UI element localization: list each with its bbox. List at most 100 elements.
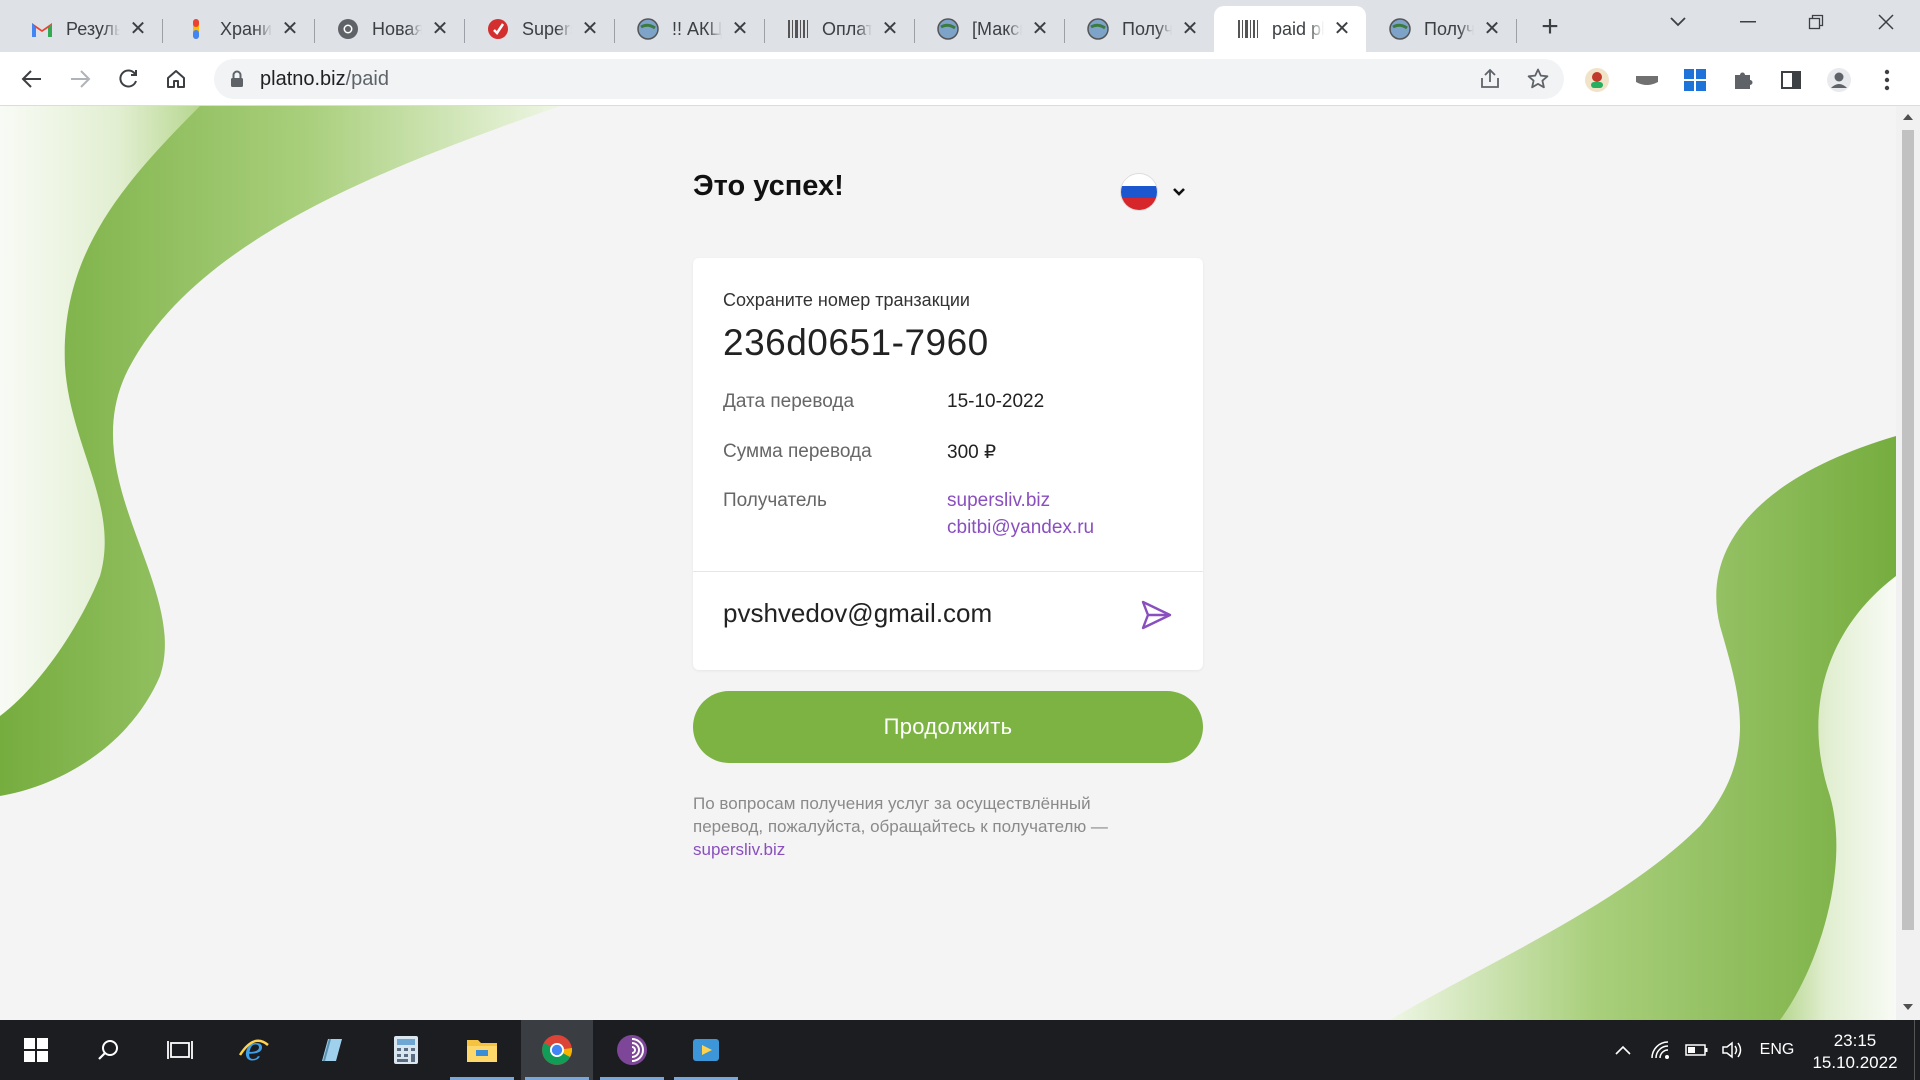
home-button[interactable] xyxy=(158,61,194,97)
file-explorer-icon[interactable] xyxy=(446,1020,518,1080)
email-field[interactable]: pvshvedov@gmail.com xyxy=(723,598,992,629)
tab-poluchenie[interactable]: Получение ✕ xyxy=(1064,6,1214,52)
card-divider xyxy=(693,571,1203,572)
close-window-button[interactable] xyxy=(1856,0,1916,44)
tab-close-icon[interactable]: ✕ xyxy=(1332,19,1352,39)
amount-label: Сумма перевода xyxy=(723,441,872,462)
tab-separator xyxy=(1516,19,1517,43)
save-transaction-label: Сохраните номер транзакции xyxy=(723,290,970,310)
battery-icon[interactable] xyxy=(1682,1020,1712,1080)
profile-icon[interactable] xyxy=(1826,67,1852,93)
svg-text:e: e xyxy=(245,1033,264,1067)
extensions-puzzle-icon[interactable] xyxy=(1730,67,1756,93)
language-selector[interactable] xyxy=(1120,172,1190,212)
tab-poluchenie-2[interactable]: Получение ✕ xyxy=(1366,6,1517,52)
tab-title: paid platno.biz xyxy=(1272,18,1324,39)
new-tab-button[interactable]: + xyxy=(1532,10,1568,46)
russia-flag-icon xyxy=(1120,173,1158,211)
extension-blue-tiles-icon[interactable] xyxy=(1682,67,1708,93)
minimize-button[interactable] xyxy=(1718,0,1778,44)
date-label: Дата перевода xyxy=(723,391,855,412)
reload-button[interactable] xyxy=(110,61,146,97)
share-icon[interactable] xyxy=(1478,67,1502,91)
tab-gmail[interactable]: Результаты поиска ✕ xyxy=(8,6,163,52)
internet-explorer-icon[interactable]: e xyxy=(218,1020,290,1080)
support-note-text: По вопросам получения услуг за осуществл… xyxy=(693,794,1108,836)
globe-icon xyxy=(1388,17,1412,41)
barcode-icon xyxy=(1236,17,1260,41)
profile-avatar-extension-icon[interactable] xyxy=(1584,67,1610,93)
extension-gray-icon[interactable] xyxy=(1634,67,1660,93)
lock-icon[interactable] xyxy=(230,70,244,93)
scroll-up-arrow-icon[interactable] xyxy=(1903,114,1913,120)
support-note: По вопросам получения услуг за осуществл… xyxy=(693,792,1163,861)
tab-strip: Результаты поиска ✕ Хранилище ✕ Новая вк… xyxy=(0,0,1920,52)
notepad-icon[interactable] xyxy=(295,1020,367,1080)
tab-title: Результаты поиска xyxy=(66,18,120,39)
tab-maksim[interactable]: [Максим] ✕ xyxy=(914,6,1065,52)
show-hidden-icons-chevron-icon[interactable] xyxy=(1608,1020,1638,1080)
tab-new-tab[interactable]: Новая вкладка ✕ xyxy=(314,6,465,52)
side-panel-icon[interactable] xyxy=(1778,67,1804,93)
recipient-email-link[interactable]: cbitbi@yandex.ru xyxy=(947,517,1094,539)
tor-browser-icon[interactable] xyxy=(596,1020,668,1080)
scrollbar-thumb[interactable] xyxy=(1902,130,1914,930)
volume-icon[interactable] xyxy=(1718,1020,1748,1080)
bookmark-star-icon[interactable] xyxy=(1526,67,1550,91)
date-value: 15-10-2022 xyxy=(947,391,1045,412)
taskbar-clock[interactable]: 23:15 15.10.2022 xyxy=(1800,1030,1910,1074)
barcode-icon xyxy=(786,17,810,41)
tab-supersliv[interactable]: Supersliv ✕ xyxy=(464,6,615,52)
globe-icon xyxy=(636,17,660,41)
tab-title: Оплата xyxy=(822,18,872,39)
input-language-indicator[interactable]: ENG xyxy=(1752,1020,1802,1080)
show-desktop-button[interactable] xyxy=(1914,1020,1915,1080)
tab-close-icon[interactable]: ✕ xyxy=(1482,19,1502,39)
chrome-taskbar-icon[interactable] xyxy=(521,1020,593,1080)
tab-close-icon[interactable]: ✕ xyxy=(128,19,148,39)
search-icon[interactable] xyxy=(72,1020,144,1080)
tab-title: Получение xyxy=(1424,18,1474,39)
tab-title: !! АКЦИЯ xyxy=(672,18,722,39)
tab-close-icon[interactable]: ✕ xyxy=(580,19,600,39)
tab-close-icon[interactable]: ✕ xyxy=(730,19,750,39)
url-text[interactable]: platno.biz/paid xyxy=(260,68,389,91)
support-note-link[interactable]: supersliv.biz xyxy=(693,840,785,859)
tab-title: [Максим] xyxy=(972,18,1022,39)
page-scrollbar[interactable] xyxy=(1896,106,1920,1020)
tab-close-icon[interactable]: ✕ xyxy=(1030,19,1050,39)
continue-button[interactable]: Продолжить xyxy=(693,691,1203,763)
url-path: /paid xyxy=(345,68,389,90)
transaction-id: 236d0651-7960 xyxy=(723,322,989,363)
tab-drive[interactable]: Хранилище ✕ xyxy=(162,6,315,52)
forward-button[interactable] xyxy=(62,61,98,97)
restore-button[interactable] xyxy=(1786,0,1846,44)
tab-close-icon[interactable]: ✕ xyxy=(430,19,450,39)
scroll-down-arrow-icon[interactable] xyxy=(1903,1004,1913,1010)
calculator-icon[interactable] xyxy=(370,1020,442,1080)
address-bar[interactable]: platno.biz/paid xyxy=(214,59,1564,99)
tab-title: Supersliv xyxy=(522,18,572,39)
browser-toolbar: platno.biz/paid xyxy=(0,52,1920,106)
send-icon[interactable] xyxy=(1139,598,1173,632)
tab-search-chevron-icon[interactable] xyxy=(1648,0,1708,44)
recipient-site-link[interactable]: supersliv.biz xyxy=(947,490,1050,512)
chrome-icon xyxy=(336,17,360,41)
tab-close-icon[interactable]: ✕ xyxy=(1180,19,1200,39)
back-button[interactable] xyxy=(14,61,50,97)
google-drive-icon xyxy=(184,17,208,41)
tab-akciya[interactable]: !! АКЦИЯ ✕ xyxy=(614,6,765,52)
tab-close-icon[interactable]: ✕ xyxy=(280,19,300,39)
page-title: Это успех! xyxy=(693,170,844,202)
url-host: platno.biz xyxy=(260,68,346,90)
chrome-menu-icon[interactable] xyxy=(1874,67,1900,93)
tab-paid-active[interactable]: paid platno.biz ✕ xyxy=(1214,6,1366,52)
media-player-icon[interactable] xyxy=(670,1020,742,1080)
transaction-card: Сохраните номер транзакции 236d0651-7960… xyxy=(693,258,1203,670)
tab-oplata[interactable]: Оплата ✕ xyxy=(764,6,915,52)
tab-close-icon[interactable]: ✕ xyxy=(880,19,900,39)
tab-title: Хранилище xyxy=(220,18,272,39)
start-button[interactable] xyxy=(0,1020,72,1080)
network-icon[interactable] xyxy=(1646,1020,1676,1080)
task-view-icon[interactable] xyxy=(144,1020,216,1080)
